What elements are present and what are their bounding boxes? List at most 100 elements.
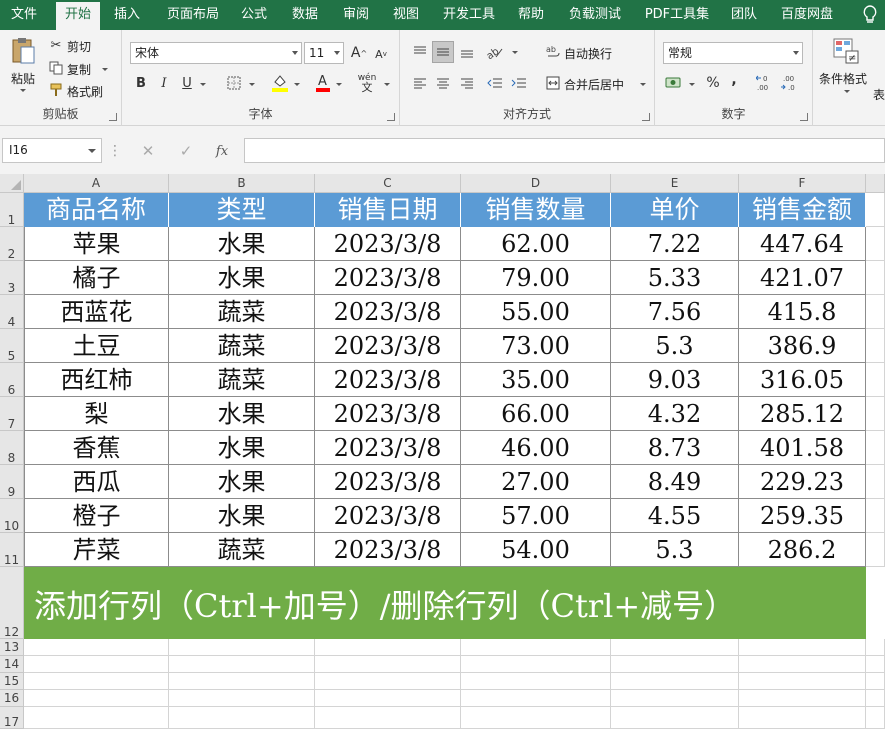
table-cell[interactable]: 2023/3/8: [315, 533, 461, 567]
cell[interactable]: [611, 673, 739, 690]
table-cell[interactable]: 4.55: [611, 499, 739, 533]
fill-color-icon[interactable]: [270, 71, 290, 93]
phonetic-icon[interactable]: wén 文: [355, 71, 379, 95]
cell[interactable]: [866, 227, 885, 261]
cell[interactable]: [315, 690, 461, 707]
format-painter-button[interactable]: 格式刷: [67, 83, 103, 100]
table-cell[interactable]: 2023/3/8: [315, 465, 461, 499]
ribbon-tab[interactable]: 页面布局: [160, 0, 226, 30]
row-header[interactable]: 14: [0, 656, 24, 673]
ribbon-tab[interactable]: 审阅: [338, 0, 374, 30]
table-cell[interactable]: 386.9: [739, 329, 866, 363]
table-cell[interactable]: 401.58: [739, 431, 866, 465]
cell[interactable]: [611, 707, 739, 729]
column-header-e[interactable]: E: [611, 174, 739, 193]
row-header[interactable]: 7: [0, 397, 24, 431]
cell[interactable]: [169, 690, 315, 707]
font-name-combo[interactable]: 宋体: [130, 42, 302, 64]
decrease-indent-icon[interactable]: [484, 72, 506, 94]
wrap-text-button[interactable]: 自动换行: [564, 45, 612, 62]
table-cell[interactable]: 7.56: [611, 295, 739, 329]
cell[interactable]: [315, 673, 461, 690]
cell[interactable]: [24, 673, 169, 690]
cut-button[interactable]: 剪切: [67, 38, 91, 55]
cancel-icon[interactable]: ✕: [136, 140, 160, 162]
table-cell[interactable]: 27.00: [461, 465, 611, 499]
table-cell[interactable]: 蔬菜: [169, 295, 315, 329]
table-cell[interactable]: 79.00: [461, 261, 611, 295]
borders-icon[interactable]: [225, 74, 243, 92]
conditional-format-icon[interactable]: ≠: [831, 36, 861, 66]
wrap-text-icon[interactable]: ab: [544, 41, 562, 61]
cut-icon[interactable]: ✂: [48, 37, 64, 53]
ribbon-tab[interactable]: 开始: [56, 2, 100, 30]
increase-indent-icon[interactable]: [508, 72, 530, 94]
row-header[interactable]: 9: [0, 465, 24, 499]
table-cell[interactable]: 2023/3/8: [315, 363, 461, 397]
table-cell[interactable]: 4.32: [611, 397, 739, 431]
table-cell[interactable]: 46.00: [461, 431, 611, 465]
row-header[interactable]: 4: [0, 295, 24, 329]
cell[interactable]: [866, 690, 885, 707]
cell[interactable]: [866, 465, 885, 499]
align-top-icon[interactable]: [409, 41, 431, 63]
comma-button[interactable]: ,: [727, 70, 741, 90]
cell[interactable]: [866, 639, 885, 656]
table-cell[interactable]: 西瓜: [24, 465, 169, 499]
merge-center-icon[interactable]: [544, 74, 562, 92]
number-format-dropdown-icon[interactable]: [793, 51, 799, 55]
ribbon-tab[interactable]: 插入: [108, 0, 146, 30]
font-name-dropdown-icon[interactable]: [292, 51, 298, 55]
ribbon-tab[interactable]: 负载测试: [562, 0, 628, 30]
align-center-icon[interactable]: [432, 72, 454, 94]
name-box[interactable]: I16: [2, 138, 102, 163]
table-cell[interactable]: 香蕉: [24, 431, 169, 465]
cell[interactable]: [866, 533, 885, 567]
paste-dropdown-icon[interactable]: [20, 89, 26, 92]
cell[interactable]: [739, 690, 866, 707]
insert-function-icon[interactable]: fx: [210, 140, 234, 162]
worksheet-grid[interactable]: 添加行列（Ctrl+加号）/删除行列（Ctrl+减号） ABCDEF123456…: [0, 174, 885, 729]
column-header-c[interactable]: C: [315, 174, 461, 193]
tell-me-lightbulb-icon[interactable]: [863, 5, 877, 25]
column-header-g[interactable]: [866, 174, 885, 193]
merge-center-button[interactable]: 合并后居中: [564, 76, 624, 93]
fill-color-dropdown-icon[interactable]: [294, 83, 300, 86]
table-header-cell[interactable]: 销售金额: [739, 193, 866, 227]
decrease-decimal-icon[interactable]: .00.0: [779, 72, 801, 94]
table-cell[interactable]: 62.00: [461, 227, 611, 261]
table-cell[interactable]: 水果: [169, 431, 315, 465]
table-cell[interactable]: 286.2: [739, 533, 866, 567]
row-header[interactable]: 11: [0, 533, 24, 567]
table-cell[interactable]: 蔬菜: [169, 329, 315, 363]
cell[interactable]: [611, 639, 739, 656]
align-middle-icon[interactable]: [432, 41, 454, 63]
cell[interactable]: [611, 656, 739, 673]
phonetic-dropdown-icon[interactable]: [384, 83, 390, 86]
table-cell[interactable]: 土豆: [24, 329, 169, 363]
column-header-d[interactable]: D: [461, 174, 611, 193]
table-cell[interactable]: 57.00: [461, 499, 611, 533]
table-cell[interactable]: 水果: [169, 397, 315, 431]
table-cell[interactable]: 54.00: [461, 533, 611, 567]
cell[interactable]: [315, 707, 461, 729]
cell[interactable]: [461, 707, 611, 729]
table-cell[interactable]: 2023/3/8: [315, 397, 461, 431]
table-cell[interactable]: 5.3: [611, 329, 739, 363]
name-box-dropdown-icon[interactable]: [88, 149, 96, 153]
cell[interactable]: [866, 193, 885, 227]
cell[interactable]: [866, 329, 885, 363]
cell[interactable]: [24, 656, 169, 673]
cell[interactable]: [24, 707, 169, 729]
table-cell[interactable]: 2023/3/8: [315, 227, 461, 261]
paste-button[interactable]: 粘贴: [11, 70, 35, 87]
ribbon-tab[interactable]: 团队: [726, 0, 762, 30]
conditional-format-button[interactable]: 条件格式: [819, 70, 867, 87]
cell[interactable]: [611, 690, 739, 707]
table-cell[interactable]: 2023/3/8: [315, 431, 461, 465]
cell[interactable]: [866, 656, 885, 673]
row-header[interactable]: 1: [0, 193, 24, 227]
enter-icon[interactable]: ✓: [174, 140, 198, 162]
cell[interactable]: [739, 639, 866, 656]
table-cell[interactable]: 橘子: [24, 261, 169, 295]
